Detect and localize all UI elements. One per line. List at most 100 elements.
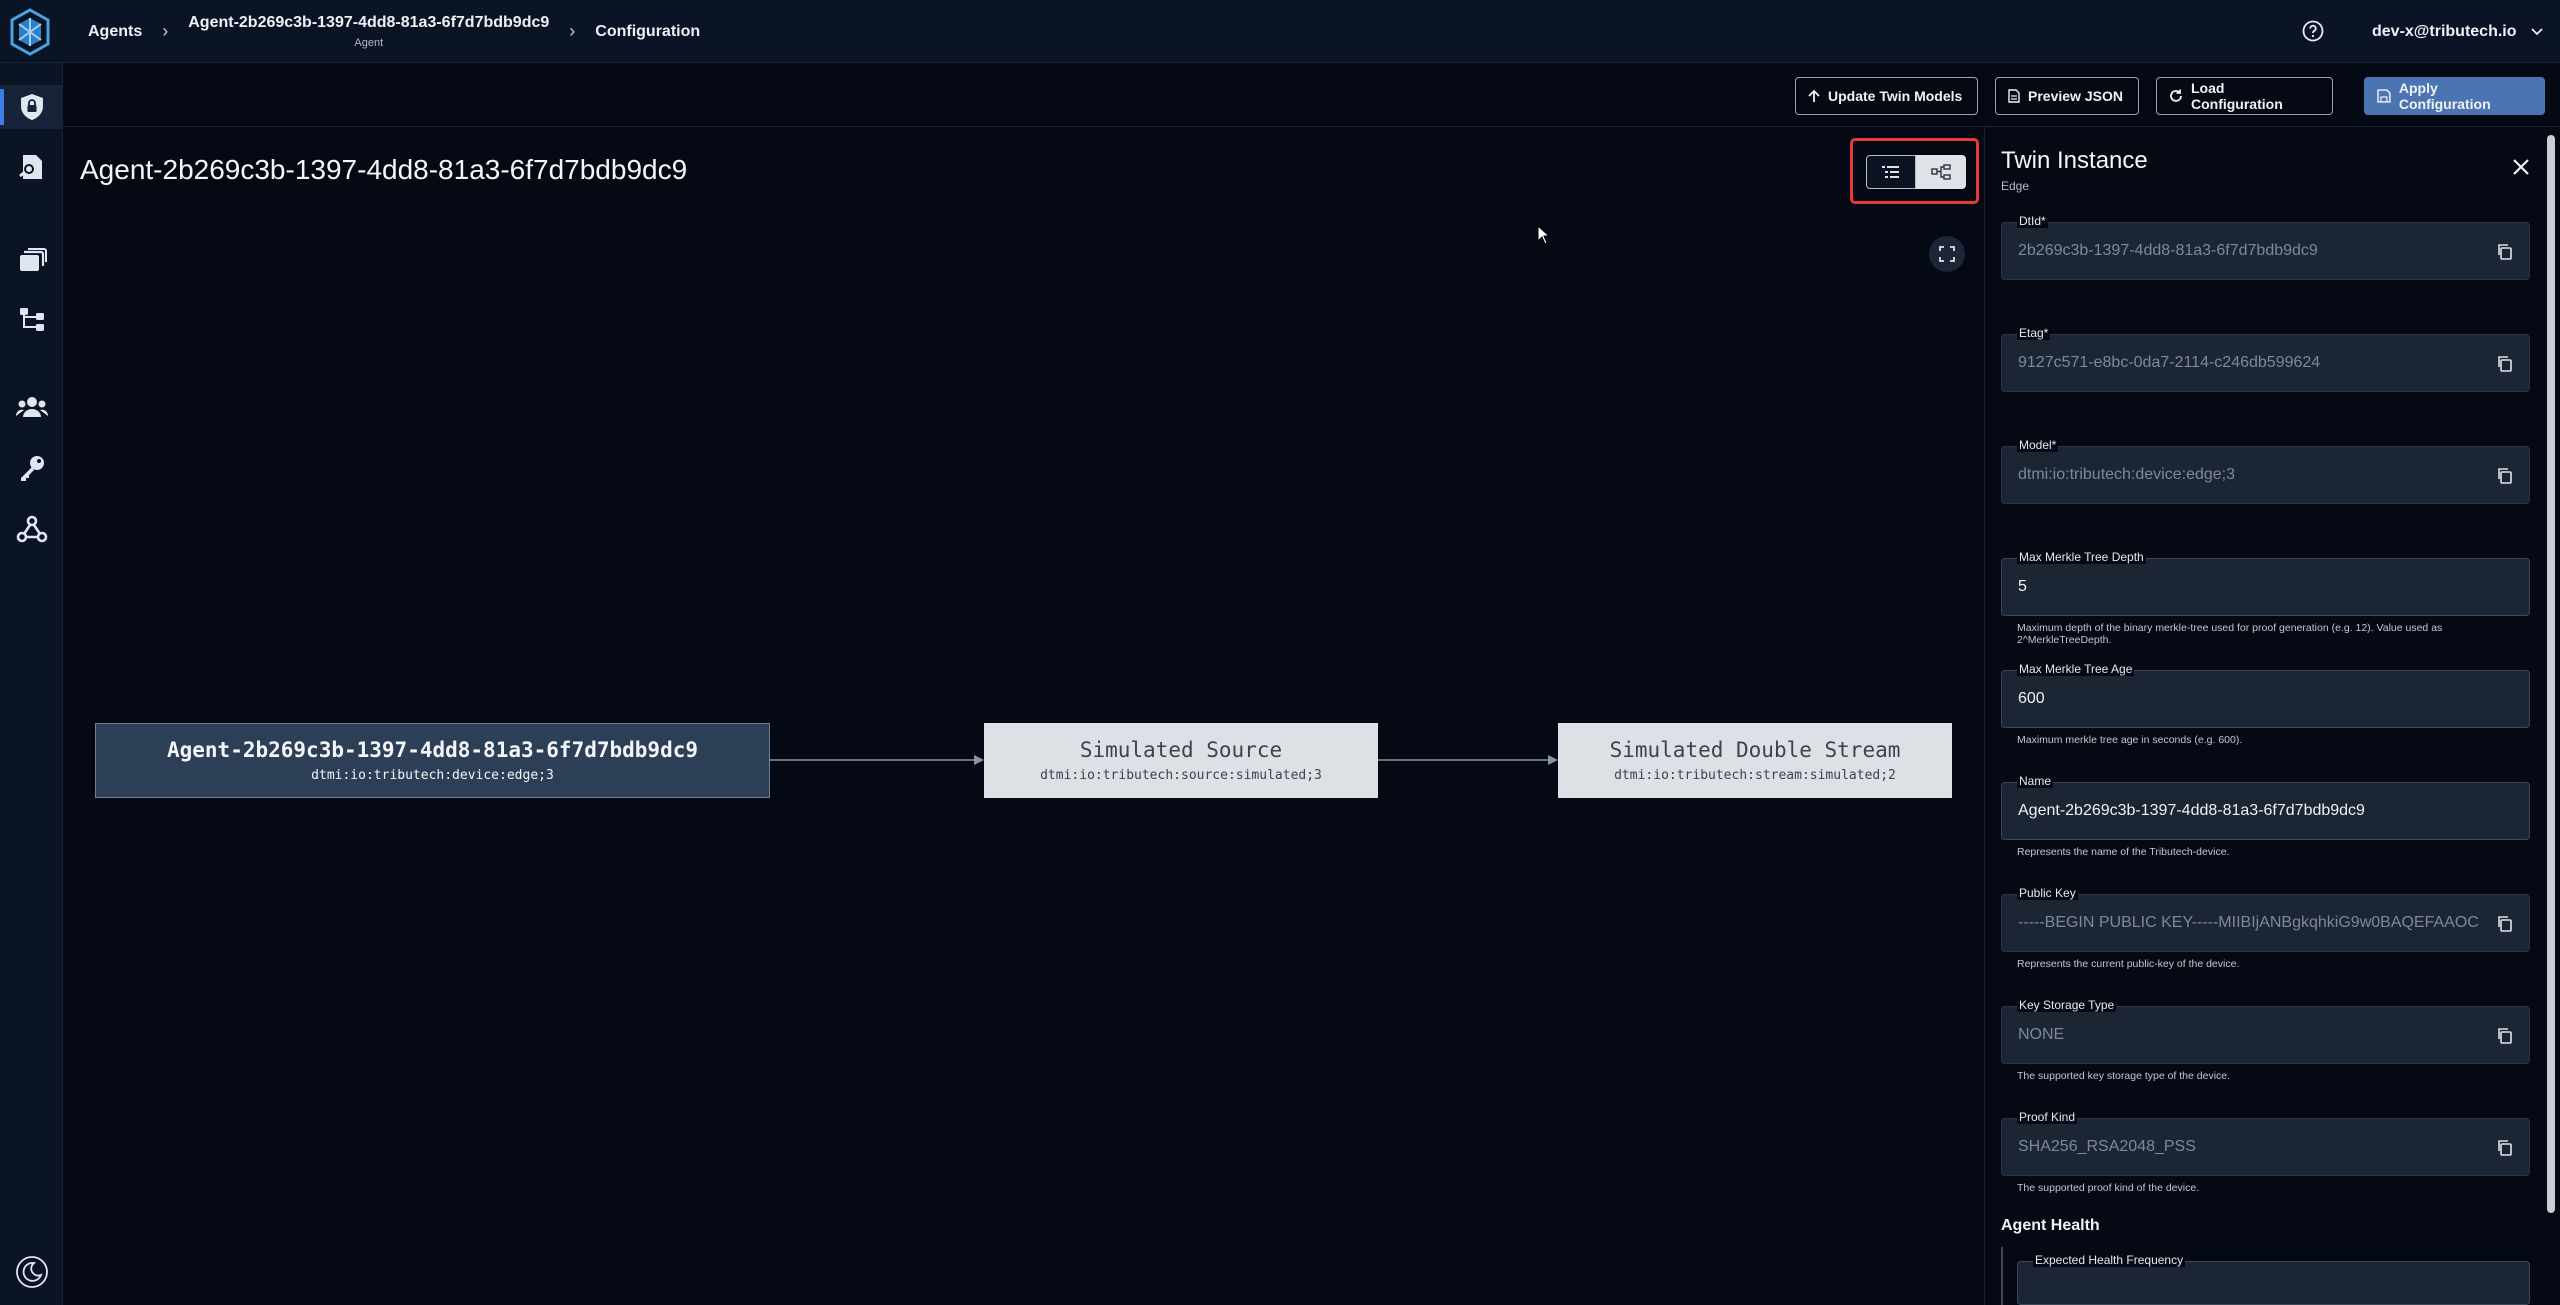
breadcrumb-agent-sub: Agent: [354, 37, 384, 49]
toolbar: Update Twin Models Preview JSON Load Con…: [63, 63, 2560, 127]
document-icon: [2008, 89, 2020, 103]
dtid-input[interactable]: 2b269c3b-1397-4dd8-81a3-6f7d7bdb9dc9: [2001, 222, 2530, 280]
node-title: Simulated Source: [1079, 738, 1283, 762]
node-model: dtmi:io:tributech:source:simulated;3: [1040, 768, 1322, 783]
update-twin-models-label: Update Twin Models: [1828, 88, 1963, 104]
field-value: 9127c571-e8bc-0da7-2114-c246db599624: [2018, 354, 2321, 371]
field-label: Proof Kind: [2017, 1110, 2078, 1124]
field-label: Expected Health Frequency: [2033, 1253, 2186, 1267]
copy-icon[interactable]: [2495, 1138, 2515, 1158]
moon-icon: [15, 1256, 48, 1288]
sidebar-item-webhooks[interactable]: [0, 507, 63, 551]
list-view-button[interactable]: [1866, 155, 1916, 189]
sidebar: [0, 63, 63, 1305]
users-icon: [15, 397, 48, 417]
field-label: Model*: [2017, 438, 2059, 452]
panel-title: Twin Instance: [2001, 147, 2148, 174]
field-label: Max Merkle Tree Depth: [2017, 550, 2146, 564]
max-merkle-tree-depth-input[interactable]: 5: [2001, 558, 2530, 616]
stacked-cards-icon: [19, 248, 47, 271]
field-label: DtId*: [2017, 214, 2048, 228]
subsection-divider: [2001, 1247, 2003, 1305]
expected-health-frequency-input[interactable]: [2017, 1261, 2530, 1305]
update-twin-models-button[interactable]: Update Twin Models: [1795, 77, 1978, 115]
field-label: Public Key: [2017, 886, 2078, 900]
sidebar-item-security[interactable]: [0, 85, 63, 129]
hierarchy-icon: [19, 308, 44, 331]
field-value: SHA256_RSA2048_PSS: [2018, 1138, 2196, 1155]
field-value: dtmi:io:tributech:device:edge;3: [2018, 466, 2236, 483]
proof-kind-input[interactable]: SHA256_RSA2048_PSS: [2001, 1118, 2530, 1176]
fullscreen-button[interactable]: [1929, 236, 1965, 272]
theme-toggle[interactable]: [0, 1250, 63, 1294]
preview-json-button[interactable]: Preview JSON: [1995, 77, 2139, 115]
node-model: dtmi:io:tributech:device:edge;3: [311, 768, 554, 783]
copy-icon[interactable]: [2495, 354, 2515, 374]
key-icon: [20, 456, 44, 481]
field-value: 5: [2018, 578, 2027, 595]
load-configuration-label: Load Configuration: [2190, 80, 2283, 112]
save-icon: [2377, 89, 2391, 103]
document-search-icon: [18, 155, 42, 179]
user-menu[interactable]: dev-x@tributech.io: [2372, 0, 2543, 63]
breadcrumb-agents[interactable]: Agents: [88, 23, 142, 41]
graph-node-simulated-source[interactable]: Simulated Source dtmi:io:tributech:sourc…: [984, 723, 1378, 798]
field-label: Key Storage Type: [2017, 998, 2117, 1012]
copy-icon[interactable]: [2495, 242, 2515, 262]
public-key-input[interactable]: -----BEGIN PUBLIC KEY-----MIIBIjANBgkqhk…: [2001, 894, 2530, 952]
field-help: Maximum merkle tree age in seconds (e.g.…: [2017, 734, 2243, 746]
user-email: dev-x@tributech.io: [2372, 22, 2517, 40]
graph-view-button[interactable]: [1916, 155, 1966, 189]
node-title: Simulated Double Stream: [1609, 738, 1901, 762]
node-title: Agent-2b269c3b-1397-4dd8-81a3-6f7d7bdb9d…: [166, 738, 698, 762]
help-icon[interactable]: [2302, 20, 2324, 42]
copy-icon[interactable]: [2495, 466, 2515, 486]
chevron-down-icon: [2530, 27, 2543, 35]
copy-icon[interactable]: [2495, 914, 2515, 934]
field-label: Max Merkle Tree Age: [2017, 662, 2135, 676]
load-configuration-button[interactable]: Load Configuration: [2156, 77, 2333, 115]
sidebar-item-data[interactable]: [0, 145, 63, 189]
field-value: 2b269c3b-1397-4dd8-81a3-6f7d7bdb9dc9: [2018, 242, 2318, 259]
sidebar-item-users[interactable]: [0, 385, 63, 429]
graph-node-agent[interactable]: Agent-2b269c3b-1397-4dd8-81a3-6f7d7bdb9d…: [95, 723, 770, 798]
field-help: Maximum depth of the binary merkle-tree …: [2017, 622, 2443, 646]
top-bar: Agents › Agent-2b269c3b-1397-4dd8-81a3-6…: [0, 0, 2560, 63]
field-label: Etag*: [2017, 326, 2051, 340]
breadcrumb: Agents › Agent-2b269c3b-1397-4dd8-81a3-6…: [88, 0, 700, 63]
twin-instance-panel: Twin Instance Edge 2b269c3b-1397-4dd8-81…: [1984, 127, 2560, 1305]
graph-title: Agent-2b269c3b-1397-4dd8-81a3-6f7d7bdb9d…: [80, 154, 688, 185]
close-icon[interactable]: [2511, 157, 2531, 177]
arrow-up-icon: [1808, 89, 1820, 102]
breadcrumb-configuration: Configuration: [595, 22, 701, 40]
node-model: dtmi:io:tributech:stream:simulated;2: [1614, 768, 1896, 783]
panel-subtitle: Edge: [2001, 179, 2030, 193]
model-input[interactable]: dtmi:io:tributech:device:edge;3: [2001, 446, 2530, 504]
chevron-right-icon: ›: [569, 21, 576, 41]
edge-arrowhead: [974, 755, 984, 765]
breadcrumb-agent-id: Agent-2b269c3b-1397-4dd8-81a3-6f7d7bdb9d…: [188, 14, 550, 31]
apply-configuration-label: Apply Configuration: [2398, 80, 2491, 112]
sidebar-item-catalog[interactable]: [0, 238, 63, 282]
etag-input[interactable]: 9127c571-e8bc-0da7-2114-c246db599624: [2001, 334, 2530, 392]
graph-node-simulated-double-stream[interactable]: Simulated Double Stream dtmi:io:tributec…: [1558, 723, 1952, 798]
sidebar-item-keys[interactable]: [0, 446, 63, 490]
copy-icon[interactable]: [2495, 1026, 2515, 1046]
tributech-logo-icon[interactable]: [8, 8, 52, 56]
field-help: The supported proof kind of the device.: [2017, 1182, 2200, 1194]
field-help: Represents the name of the Tributech-dev…: [2017, 846, 2230, 858]
field-label: Name: [2017, 774, 2054, 788]
graph-nodes-icon: [1931, 164, 1951, 180]
panel-scrollbar[interactable]: [2547, 135, 2555, 1213]
apply-configuration-button[interactable]: Apply Configuration: [2364, 77, 2545, 115]
field-help: Represents the current public-key of the…: [2017, 958, 2240, 970]
key-storage-type-input[interactable]: NONE: [2001, 1006, 2530, 1064]
shield-lock-icon: [20, 94, 43, 120]
max-merkle-tree-age-input[interactable]: 600: [2001, 670, 2530, 728]
name-input[interactable]: Agent-2b269c3b-1397-4dd8-81a3-6f7d7bdb9d…: [2001, 782, 2530, 840]
sidebar-item-configuration[interactable]: [0, 297, 63, 341]
field-help: The supported key storage type of the de…: [2017, 1070, 2231, 1082]
field-value: Agent-2b269c3b-1397-4dd8-81a3-6f7d7bdb9d…: [2018, 802, 2365, 819]
breadcrumb-agent[interactable]: Agent-2b269c3b-1397-4dd8-81a3-6f7d7bdb9d…: [188, 14, 549, 49]
chevron-right-icon: ›: [162, 21, 169, 41]
